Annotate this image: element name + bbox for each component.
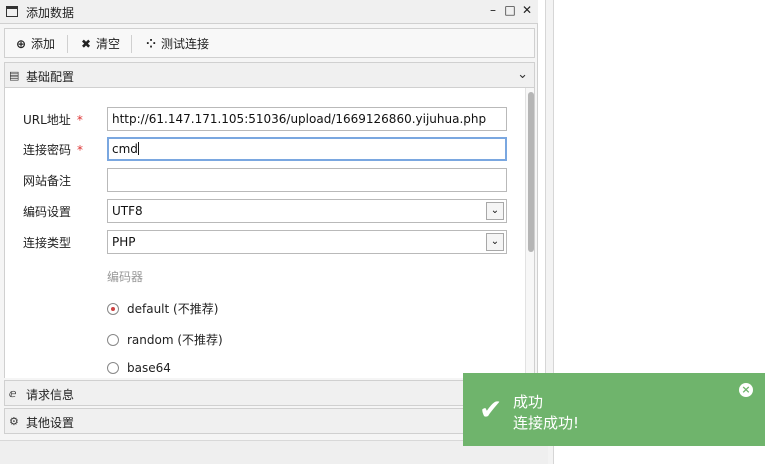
encoder-option-label: base64 xyxy=(127,361,171,375)
basic-config-form: URL地址 * http://61.147.171.105:51036/uploa… xyxy=(4,88,535,378)
toast-message: 连接成功! xyxy=(513,414,580,432)
toolbar-divider xyxy=(131,35,132,53)
encoding-row: 编码设置 UTF8 ⌄ xyxy=(5,199,525,223)
conn-type-select[interactable]: PHP ⌄ xyxy=(107,230,507,254)
encoding-label: 编码设置 xyxy=(23,205,72,219)
window-titlebar: 添加数据 – □ ✕ xyxy=(0,0,538,24)
gears-icon: ⚙ xyxy=(9,415,19,428)
vertical-scrollbar[interactable] xyxy=(525,88,534,378)
toolbar-divider xyxy=(67,35,68,53)
close-icon[interactable]: × xyxy=(739,383,753,397)
close-button[interactable]: ✕ xyxy=(520,3,534,17)
toast-title: 成功 xyxy=(513,393,544,411)
check-icon: ✔ xyxy=(479,393,503,426)
chevron-down-icon[interactable]: ⌄ xyxy=(486,233,504,251)
encoder-option-label: random (不推荐) xyxy=(127,333,223,347)
radio-selected-icon[interactable] xyxy=(107,302,119,315)
url-row: URL地址 * http://61.147.171.105:51036/uploa… xyxy=(5,107,525,131)
encoder-option-label: default (不推荐) xyxy=(127,302,219,316)
encoding-value: UTF8 xyxy=(112,204,143,218)
radio-icon[interactable] xyxy=(107,362,119,374)
chevron-down-icon: ⌄ xyxy=(517,67,528,82)
toolbar: ⊕ 添加 ✖ 清空 ⁘ 测试连接 xyxy=(4,28,535,58)
window-icon xyxy=(6,6,18,17)
required-marker: * xyxy=(77,143,84,157)
window-title: 添加数据 xyxy=(26,6,75,20)
section-basic-config[interactable]: ▤ 基础配置 ⌄ xyxy=(4,62,535,88)
section-request-info[interactable]: ⅇ 请求信息 xyxy=(4,380,535,406)
edge-icon: ⅇ xyxy=(9,387,17,400)
scrollbar-thumb[interactable] xyxy=(528,92,534,252)
chevron-down-icon[interactable]: ⌄ xyxy=(486,202,504,220)
minimize-button[interactable]: – xyxy=(486,3,500,17)
conn-type-value: PHP xyxy=(112,235,136,249)
encoder-option[interactable]: base64 xyxy=(107,361,171,375)
url-label: URL地址 * xyxy=(23,113,83,127)
encoder-option[interactable]: default (不推荐) xyxy=(107,300,218,317)
note-label: 网站备注 xyxy=(23,174,72,188)
success-toast: ✔ 成功 连接成功! × xyxy=(463,373,765,446)
times-icon: ✖ xyxy=(80,36,92,51)
encoder-title: 编码器 xyxy=(107,270,144,284)
section-other-label: 其他设置 xyxy=(26,416,75,430)
url-input[interactable]: http://61.147.171.105:51036/upload/16691… xyxy=(107,107,507,131)
radio-icon[interactable] xyxy=(107,333,119,346)
encoding-select[interactable]: UTF8 ⌄ xyxy=(107,199,507,223)
maximize-button[interactable]: □ xyxy=(503,3,517,17)
document-icon: ▤ xyxy=(9,69,20,82)
plus-circle-icon: ⊕ xyxy=(15,36,27,51)
section-basic-label: 基础配置 xyxy=(26,70,75,84)
text-caret xyxy=(137,142,139,155)
password-row: 连接密码 * cmd xyxy=(5,137,525,161)
clear-button-label: 清空 xyxy=(96,37,121,51)
test-connection-button[interactable]: ⁘ 测试连接 xyxy=(145,35,209,52)
spinner-icon: ⁘ xyxy=(145,36,157,51)
note-row: 网站备注 xyxy=(5,168,525,192)
conn-type-row: 连接类型 PHP ⌄ xyxy=(5,230,525,254)
section-request-label: 请求信息 xyxy=(26,388,75,402)
conn-type-label: 连接类型 xyxy=(23,236,72,250)
section-other-settings[interactable]: ⚙ 其他设置 xyxy=(4,408,535,434)
password-input[interactable]: cmd xyxy=(107,137,507,161)
note-input[interactable] xyxy=(107,168,507,192)
add-button[interactable]: ⊕ 添加 xyxy=(15,35,55,52)
add-button-label: 添加 xyxy=(31,37,56,51)
clear-button[interactable]: ✖ 清空 xyxy=(80,35,120,52)
encoder-option[interactable]: random (不推荐) xyxy=(107,331,223,348)
required-marker: * xyxy=(76,113,83,127)
password-label: 连接密码 * xyxy=(23,143,84,157)
add-data-window: 添加数据 – □ ✕ ⊕ 添加 ✖ 清空 ⁘ 测试连接 ▤ 基础配置 ⌄ URL… xyxy=(0,0,538,440)
test-connection-label: 测试连接 xyxy=(161,37,210,51)
